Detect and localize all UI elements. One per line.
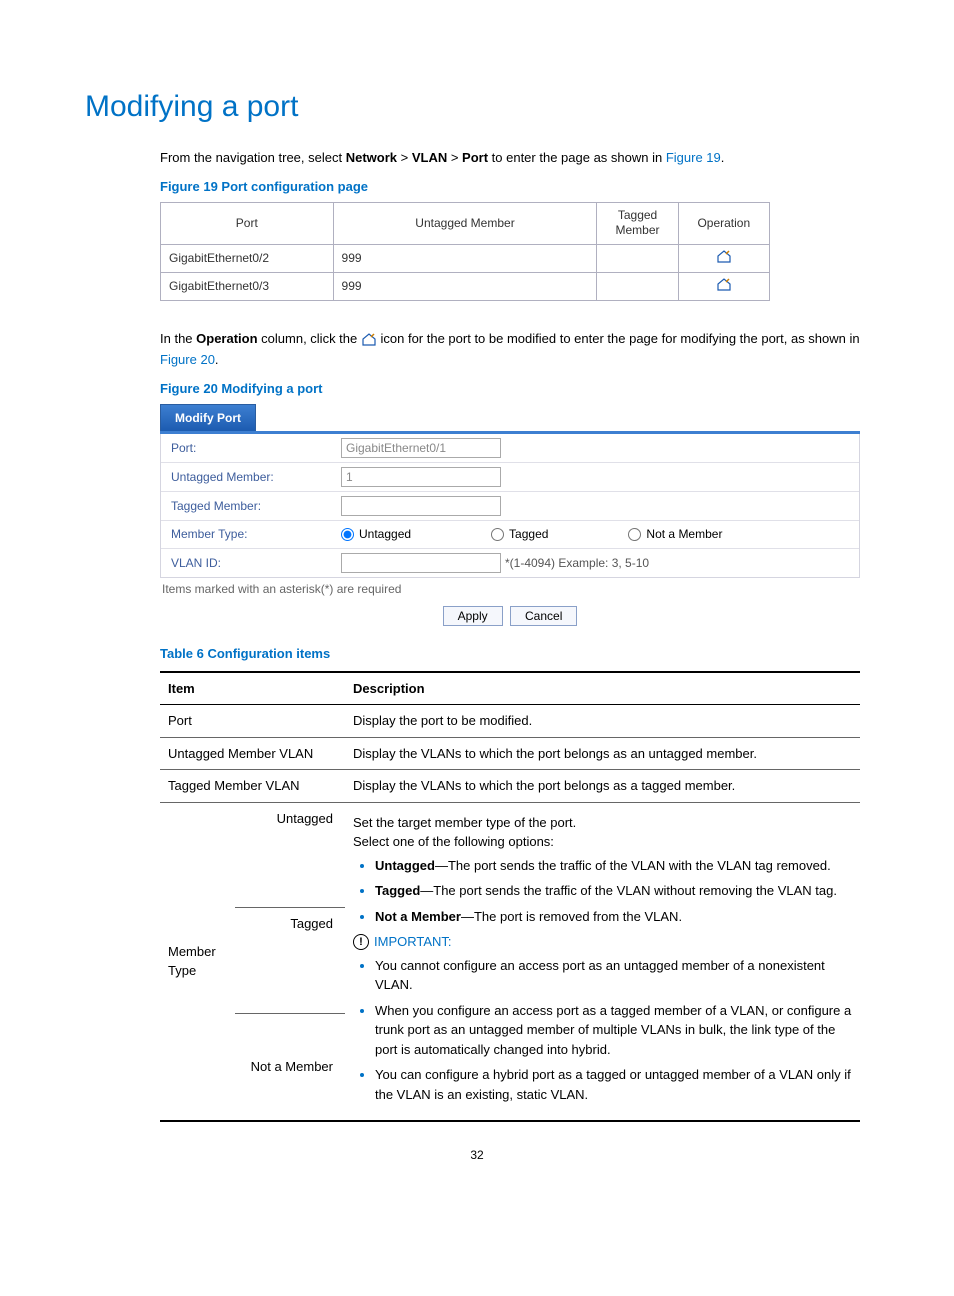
label-untagged: Untagged Member: xyxy=(171,470,341,484)
radio-untagged[interactable]: Untagged xyxy=(341,527,411,541)
cell-operation xyxy=(678,244,769,272)
required-note: Items marked with an asterisk(*) are req… xyxy=(160,578,860,600)
link-figure20[interactable]: Figure 20 xyxy=(160,352,215,367)
label-port: Port: xyxy=(171,441,341,455)
text: . xyxy=(215,352,219,367)
cell-port: GigabitEthernet0/3 xyxy=(161,272,334,300)
edit-icon[interactable] xyxy=(716,278,732,292)
table-row: Untagged Member VLAN Display the VLANs t… xyxy=(160,737,860,770)
cell-sub-untagged: Untagged xyxy=(235,802,345,908)
cell-member-type: Member Type xyxy=(160,802,235,1121)
col-item: Item xyxy=(160,672,345,705)
label-member-type: Member Type: xyxy=(171,527,341,541)
text: From the navigation tree, select xyxy=(160,150,346,165)
table-row: GigabitEthernet0/3 999 xyxy=(161,272,770,300)
radio-label: Tagged xyxy=(509,527,548,541)
radio-tagged[interactable]: Tagged xyxy=(491,527,548,541)
cell-item: Port xyxy=(160,705,345,738)
apply-button[interactable]: Apply xyxy=(443,606,503,626)
untagged-input[interactable] xyxy=(341,467,501,487)
edit-icon xyxy=(361,333,377,347)
text: column, click the xyxy=(258,331,361,346)
table-row-member-type: Member Type Untagged Set the target memb… xyxy=(160,802,860,908)
port-input[interactable] xyxy=(341,438,501,458)
figure20-caption: Figure 20 Modifying a port xyxy=(160,381,869,396)
col-port[interactable]: Port xyxy=(161,202,334,244)
operation-paragraph: In the Operation column, click the icon … xyxy=(160,329,869,371)
breadcrumb-port: Port xyxy=(462,150,488,165)
list-item: Not a Member—The port is removed from th… xyxy=(375,907,852,927)
cell-port: GigabitEthernet0/2 xyxy=(161,244,334,272)
figure19-caption: Figure 19 Port configuration page xyxy=(160,179,869,194)
cell-sub-not-member: Not a Member xyxy=(235,1014,345,1121)
text: Select one of the following options: xyxy=(353,832,852,852)
list-item: You cannot configure an access port as a… xyxy=(375,956,852,995)
text: . xyxy=(721,150,725,165)
cancel-button[interactable]: Cancel xyxy=(510,606,577,626)
cell-operation xyxy=(678,272,769,300)
text: Set the target member type of the port. xyxy=(353,813,852,833)
text: > xyxy=(447,150,462,165)
text: In the xyxy=(160,331,196,346)
modify-port-panel: Modify Port Port: Untagged Member: Tagge… xyxy=(160,404,860,630)
cell-untagged: 999 xyxy=(333,272,597,300)
list-item: Tagged—The port sends the traffic of the… xyxy=(375,881,852,901)
table-row: GigabitEthernet0/2 999 xyxy=(161,244,770,272)
config-items-table: Item Description Port Display the port t… xyxy=(160,671,860,1123)
cell-desc: Display the port to be modified. xyxy=(345,705,860,738)
cell-tagged xyxy=(597,244,678,272)
table6-caption: Table 6 Configuration items xyxy=(160,646,869,661)
breadcrumb-network: Network xyxy=(346,150,397,165)
label-vlanid: VLAN ID: xyxy=(171,556,341,570)
important-label: IMPORTANT: xyxy=(374,932,452,952)
page-title: Modifying a port xyxy=(85,90,869,124)
list-item: You can configure a hybrid port as a tag… xyxy=(375,1065,852,1104)
label-tagged: Tagged Member: xyxy=(171,499,341,513)
col-description: Description xyxy=(345,672,860,705)
important-heading: ! IMPORTANT: xyxy=(353,932,852,952)
cell-item: Untagged Member VLAN xyxy=(160,737,345,770)
cell-tagged xyxy=(597,272,678,300)
col-untagged[interactable]: Untagged Member xyxy=(333,202,597,244)
tagged-input[interactable] xyxy=(341,496,501,516)
text: to enter the page as shown in xyxy=(488,150,666,165)
breadcrumb-vlan: VLAN xyxy=(412,150,447,165)
col-operation: Operation xyxy=(678,202,769,244)
edit-icon[interactable] xyxy=(716,250,732,264)
text: icon for the port to be modified to ente… xyxy=(381,331,860,346)
option-list: Untagged—The port sends the traffic of t… xyxy=(375,856,852,927)
table-row: Tagged Member VLAN Display the VLANs to … xyxy=(160,770,860,803)
port-config-table: Port Untagged Member Tagged Member Opera… xyxy=(160,202,770,301)
col-tagged[interactable]: Tagged Member xyxy=(597,202,678,244)
cell-desc: Display the VLANs to which the port belo… xyxy=(345,770,860,803)
cell-untagged: 999 xyxy=(333,244,597,272)
vlanid-input[interactable] xyxy=(341,553,501,573)
list-item: Untagged—The port sends the traffic of t… xyxy=(375,856,852,876)
cell-sub-tagged: Tagged xyxy=(235,908,345,1014)
text: > xyxy=(397,150,412,165)
cell-desc: Display the VLANs to which the port belo… xyxy=(345,737,860,770)
intro-paragraph: From the navigation tree, select Network… xyxy=(160,148,869,169)
important-list: You cannot configure an access port as a… xyxy=(375,956,852,1105)
radio-label: Not a Member xyxy=(646,527,722,541)
modify-port-tab[interactable]: Modify Port xyxy=(160,404,256,431)
page-number: 32 xyxy=(85,1148,869,1162)
link-figure19[interactable]: Figure 19 xyxy=(666,150,721,165)
vlanid-hint: *(1-4094) Example: 3, 5-10 xyxy=(505,556,649,570)
cell-item: Tagged Member VLAN xyxy=(160,770,345,803)
important-icon: ! xyxy=(353,934,369,950)
cell-member-desc: Set the target member type of the port. … xyxy=(345,802,860,1121)
radio-label: Untagged xyxy=(359,527,411,541)
list-item: When you configure an access port as a t… xyxy=(375,1001,852,1060)
text-bold: Operation xyxy=(196,331,257,346)
radio-not-member[interactable]: Not a Member xyxy=(628,527,722,541)
table-row: Port Display the port to be modified. xyxy=(160,705,860,738)
